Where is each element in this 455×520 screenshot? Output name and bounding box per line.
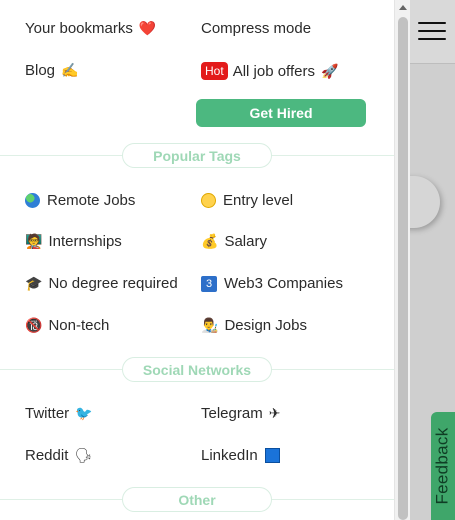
graduation-cap-icon: 🎓 — [25, 275, 43, 291]
tag-salary[interactable]: 💰 Salary — [201, 233, 267, 250]
no-sign-icon: 🔞 — [25, 317, 43, 333]
tag-label: Non-tech — [48, 317, 110, 334]
social-telegram-link[interactable]: Telegram ✈ — [201, 405, 280, 422]
all-jobs-link[interactable]: Hot All job offers 🚀 — [201, 62, 338, 80]
hot-badge: Hot — [201, 62, 228, 80]
tag-design-jobs[interactable]: 👨‍🎨 Design Jobs — [201, 317, 307, 334]
social-label: Telegram — [201, 405, 263, 422]
social-label: LinkedIn — [201, 447, 258, 464]
tag-label: Remote Jobs — [47, 192, 136, 209]
writing-hand-icon: ✍️ — [61, 62, 79, 78]
tag-label: Salary — [224, 233, 267, 250]
all-jobs-label: All job offers — [232, 62, 315, 80]
other-heading: Other — [122, 487, 272, 512]
blog-link[interactable]: Blog ✍️ — [25, 62, 78, 79]
tag-internships[interactable]: 🧑‍🏫 Internships — [25, 233, 122, 250]
artist-icon: 👨‍🎨 — [201, 317, 219, 333]
compress-mode-toggle[interactable]: Compress mode — [201, 20, 311, 37]
bookmarks-label: Your bookmarks — [25, 20, 133, 37]
tag-non-tech[interactable]: 🔞 Non-tech — [25, 317, 109, 334]
globe-icon — [25, 193, 40, 208]
tag-label: Design Jobs — [224, 317, 307, 334]
social-label: Reddit — [25, 447, 69, 464]
student-icon: 🧑‍🏫 — [25, 233, 43, 249]
blog-label: Blog — [25, 62, 56, 79]
tag-label: Web3 Companies — [224, 275, 343, 292]
feedback-label: Feedback — [433, 427, 452, 505]
get-hired-button[interactable]: Get Hired — [196, 99, 366, 127]
tag-label: Internships — [48, 233, 122, 250]
plane-icon: ✈ — [268, 405, 281, 421]
social-linkedin-link[interactable]: LinkedIn — [201, 447, 280, 464]
tag-label: Entry level — [223, 192, 294, 209]
social-networks-heading: Social Networks — [122, 357, 272, 382]
tag-entry-level[interactable]: Entry level — [201, 192, 293, 209]
baby-face-icon — [201, 193, 216, 208]
hamburger-menu-icon[interactable] — [418, 22, 446, 42]
popular-tags-heading: Popular Tags — [122, 143, 272, 168]
scroll-thumb[interactable] — [398, 17, 408, 520]
social-reddit-link[interactable]: Reddit 🗣 — [25, 447, 92, 464]
speaking-head-icon: 🗣 — [74, 447, 93, 463]
social-twitter-link[interactable]: Twitter 🐦 — [25, 405, 93, 422]
money-bag-icon: 💰 — [201, 233, 219, 249]
tag-remote-jobs[interactable]: Remote Jobs — [25, 192, 135, 209]
tag-label: No degree required — [48, 275, 178, 292]
compress-mode-label: Compress mode — [201, 20, 312, 37]
bird-icon: 🐦 — [75, 405, 93, 421]
tag-no-degree[interactable]: 🎓 No degree required — [25, 275, 178, 292]
tag-web3-companies[interactable]: 3 Web3 Companies — [201, 275, 343, 292]
drawer-scrollbar[interactable] — [394, 0, 410, 520]
side-drawer: Your bookmarks ❤️ Compress mode Blog ✍️ … — [0, 0, 394, 520]
blue-square-icon — [264, 448, 280, 463]
number-3-icon: 3 — [201, 275, 217, 292]
feedback-tab[interactable]: Feedback — [431, 412, 455, 520]
bookmarks-link[interactable]: Your bookmarks ❤️ — [25, 20, 156, 37]
heart-icon: ❤️ — [138, 20, 157, 36]
scroll-up-arrow-icon[interactable] — [399, 5, 407, 10]
social-label: Twitter — [25, 405, 70, 422]
rocket-icon: 🚀 — [320, 62, 339, 79]
